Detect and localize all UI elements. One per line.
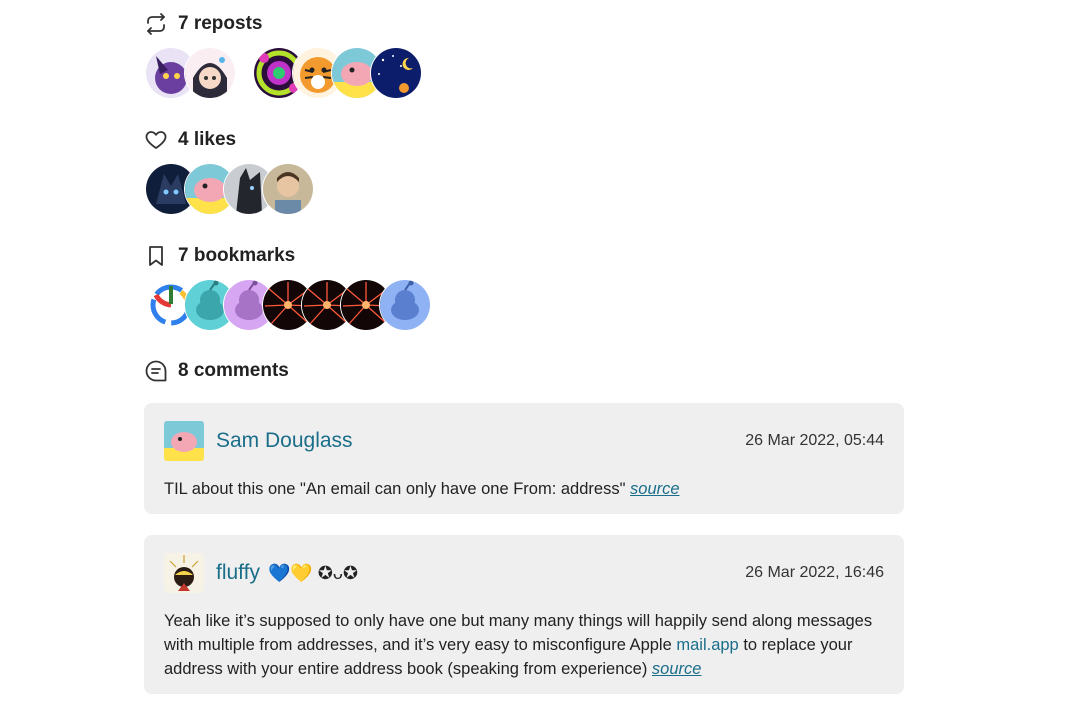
avatar[interactable] <box>380 280 430 330</box>
comment-text: TIL about this one "An email can only ha… <box>164 480 631 498</box>
comment-author-name[interactable]: Sam Douglass <box>216 429 353 453</box>
comments-header[interactable]: 8 comments <box>144 359 289 383</box>
reposts-header[interactable]: 7 reposts <box>144 12 262 36</box>
comment-author-name[interactable]: fluffy <box>216 561 260 585</box>
likes-avatar-list <box>146 164 313 214</box>
mail-app-link[interactable]: mail.app <box>676 636 738 654</box>
comment-body: TIL about this one "An email can only ha… <box>164 477 884 501</box>
comments-label: 8 comments <box>178 360 289 381</box>
avatar[interactable] <box>371 48 421 98</box>
comment-card: fluffy 💙💛 ✪ᴗ✪ 26 Mar 2022, 16:46 Yeah li… <box>144 535 904 694</box>
avatar[interactable] <box>164 421 204 461</box>
repost-icon <box>147 13 165 35</box>
comment-card: Sam Douglass 26 Mar 2022, 05:44 TIL abou… <box>144 403 904 514</box>
heart-icon <box>145 131 167 149</box>
likes-header[interactable]: 4 likes <box>144 128 236 152</box>
comment-date: 26 Mar 2022, 16:46 <box>745 564 884 581</box>
bookmarks-avatar-list <box>146 280 430 330</box>
avatar[interactable] <box>263 164 313 214</box>
bookmarks-header[interactable]: 7 bookmarks <box>144 244 295 268</box>
comment-author: fluffy 💙💛 ✪ᴗ✪ <box>164 553 358 593</box>
author-emoji-badge: 💙💛 ✪ᴗ✪ <box>267 562 358 583</box>
bookmark-icon <box>149 246 163 266</box>
avatar[interactable] <box>185 48 235 98</box>
source-link[interactable]: source <box>630 480 680 498</box>
source-link[interactable]: source <box>652 660 702 678</box>
avatar[interactable] <box>164 553 204 593</box>
bookmarks-label: 7 bookmarks <box>178 245 296 266</box>
comment-author: Sam Douglass <box>164 421 353 461</box>
reposts-label: 7 reposts <box>178 13 263 34</box>
comment-date: 26 Mar 2022, 05:44 <box>745 432 884 449</box>
comment-icon <box>145 360 167 382</box>
comment-header: fluffy 💙💛 ✪ᴗ✪ 26 Mar 2022, 16:46 <box>164 553 884 593</box>
comment-body: Yeah like it’s supposed to only have one… <box>164 609 884 681</box>
reposts-avatar-list <box>146 48 421 98</box>
comment-header: Sam Douglass 26 Mar 2022, 05:44 <box>164 421 884 461</box>
likes-label: 4 likes <box>178 129 237 150</box>
